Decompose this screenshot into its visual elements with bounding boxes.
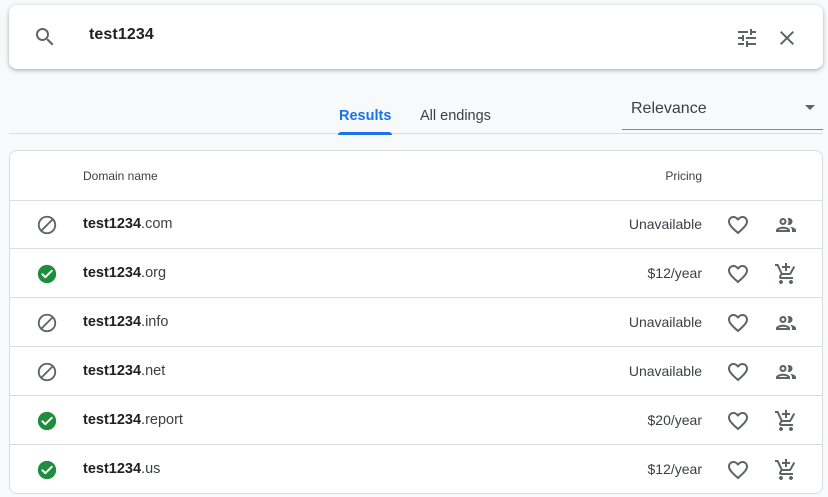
available-check-icon — [37, 264, 57, 284]
table-row[interactable]: test1234.report $20/year — [10, 396, 822, 445]
domain-tld: .net — [141, 363, 166, 379]
search-input[interactable]: test1234 — [89, 26, 154, 44]
domain-name[interactable]: test1234.com — [83, 216, 172, 232]
favorite-heart-icon[interactable] — [726, 409, 750, 433]
table-row[interactable]: test1234.com Unavailable — [10, 200, 822, 249]
domain-name[interactable]: test1234.report — [83, 412, 183, 428]
tab-all-endings[interactable]: All endings — [420, 108, 491, 124]
domain-price: $12/year — [647, 265, 702, 281]
unavailable-icon — [37, 215, 57, 235]
domain-price: $12/year — [647, 461, 702, 477]
domain-price: $20/year — [647, 412, 702, 428]
domain-tld: .report — [141, 412, 183, 428]
domain-base: test1234 — [83, 265, 142, 281]
table-header: Domain name Pricing — [10, 151, 822, 201]
domain-price: Unavailable — [628, 363, 702, 379]
search-icon[interactable] — [33, 25, 57, 49]
tab-results[interactable]: Results — [337, 108, 393, 135]
contact-owner-icon[interactable] — [774, 360, 798, 384]
table-row[interactable]: test1234.us $12/year — [10, 445, 822, 493]
close-icon[interactable] — [775, 26, 799, 50]
unavailable-icon — [37, 313, 57, 333]
pricing-header: Pricing — [665, 169, 702, 183]
domain-base: test1234 — [83, 314, 142, 330]
domain-tld: .org — [141, 265, 167, 281]
available-check-icon — [37, 411, 57, 431]
add-to-cart-icon[interactable] — [774, 458, 798, 482]
table-row[interactable]: test1234.org $12/year — [10, 249, 822, 298]
domain-name[interactable]: test1234.org — [83, 265, 166, 281]
sort-dropdown[interactable]: Relevance — [622, 95, 823, 130]
favorite-heart-icon[interactable] — [726, 360, 750, 384]
favorite-heart-icon[interactable] — [726, 311, 750, 335]
table-row[interactable]: test1234.net Unavailable — [10, 347, 822, 396]
domain-name-header: Domain name — [83, 169, 158, 183]
favorite-heart-icon[interactable] — [726, 213, 750, 237]
contact-owner-icon[interactable] — [774, 311, 798, 335]
search-bar: test1234 — [9, 5, 823, 69]
domain-price: Unavailable — [628, 314, 702, 330]
domain-name[interactable]: test1234.net — [83, 363, 165, 379]
domain-base: test1234 — [83, 363, 142, 379]
available-check-icon — [37, 460, 57, 480]
domain-tld: .us — [141, 461, 161, 477]
table-row[interactable]: test1234.info Unavailable — [10, 298, 822, 347]
domain-name[interactable]: test1234.us — [83, 461, 160, 477]
results-table: Domain name Pricing test1234.com Unavaila… — [9, 150, 823, 494]
tabs-row: Results All endings Relevance — [9, 95, 823, 135]
favorite-heart-icon[interactable] — [726, 458, 750, 482]
contact-owner-icon[interactable] — [774, 213, 798, 237]
domain-base: test1234 — [83, 412, 142, 428]
tune-icon[interactable] — [735, 26, 759, 50]
domain-tld: .com — [141, 216, 173, 232]
domain-price: Unavailable — [628, 216, 702, 232]
domain-tld: .info — [141, 314, 169, 330]
favorite-heart-icon[interactable] — [726, 262, 750, 286]
domain-base: test1234 — [83, 216, 142, 232]
add-to-cart-icon[interactable] — [774, 262, 798, 286]
dropdown-arrow-icon — [805, 105, 815, 110]
domain-base: test1234 — [83, 461, 142, 477]
add-to-cart-icon[interactable] — [774, 409, 798, 433]
sort-selected-value: Relevance — [631, 100, 707, 117]
domain-name[interactable]: test1234.info — [83, 314, 168, 330]
unavailable-icon — [37, 362, 57, 382]
